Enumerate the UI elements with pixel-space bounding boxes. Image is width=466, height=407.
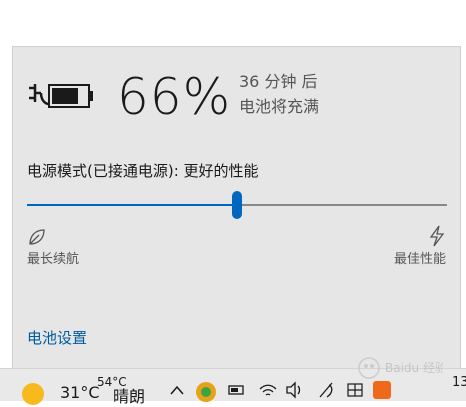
wifi-icon[interactable] bbox=[258, 381, 278, 399]
min-mode-label: 最长续航 bbox=[27, 252, 80, 267]
max-mode-label: 最佳性能 bbox=[393, 252, 446, 267]
battery-tray-icon[interactable] bbox=[226, 383, 246, 397]
power-mode-label: 电源模式(已接通电源): 更好的性能 bbox=[27, 162, 259, 180]
slider-thumb[interactable] bbox=[232, 191, 242, 219]
app-icon[interactable] bbox=[196, 382, 216, 402]
chevron-up-icon[interactable] bbox=[170, 385, 184, 395]
pen-icon[interactable] bbox=[317, 381, 337, 399]
battery-flyout: 66% 36 分钟 后 电池将充满 电源模式(已接通电源): 更好的性能 最长续… bbox=[12, 46, 461, 370]
power-mode-slider[interactable] bbox=[27, 191, 447, 219]
weather-temp[interactable]: 31°C bbox=[60, 383, 100, 402]
baidu-watermark: Baidu 经验 bbox=[355, 350, 447, 386]
weather-condition[interactable]: 晴朗 bbox=[113, 383, 145, 407]
battery-percent: 66% bbox=[117, 68, 232, 126]
clock-time[interactable]: 13 bbox=[452, 375, 466, 390]
slider-fill bbox=[27, 204, 237, 206]
lightning-bolt-icon bbox=[429, 225, 445, 247]
sun-icon[interactable] bbox=[22, 383, 44, 405]
volume-icon[interactable] bbox=[285, 381, 305, 399]
battery-charging-icon bbox=[29, 84, 93, 108]
charge-status: 电池将充满 bbox=[239, 97, 320, 116]
watermark-text: Baidu 经验 bbox=[385, 360, 443, 375]
battery-settings-link[interactable]: 电池设置 bbox=[27, 328, 87, 348]
leaf-icon bbox=[29, 229, 45, 245]
time-remaining: 36 分钟 后 bbox=[239, 72, 318, 91]
